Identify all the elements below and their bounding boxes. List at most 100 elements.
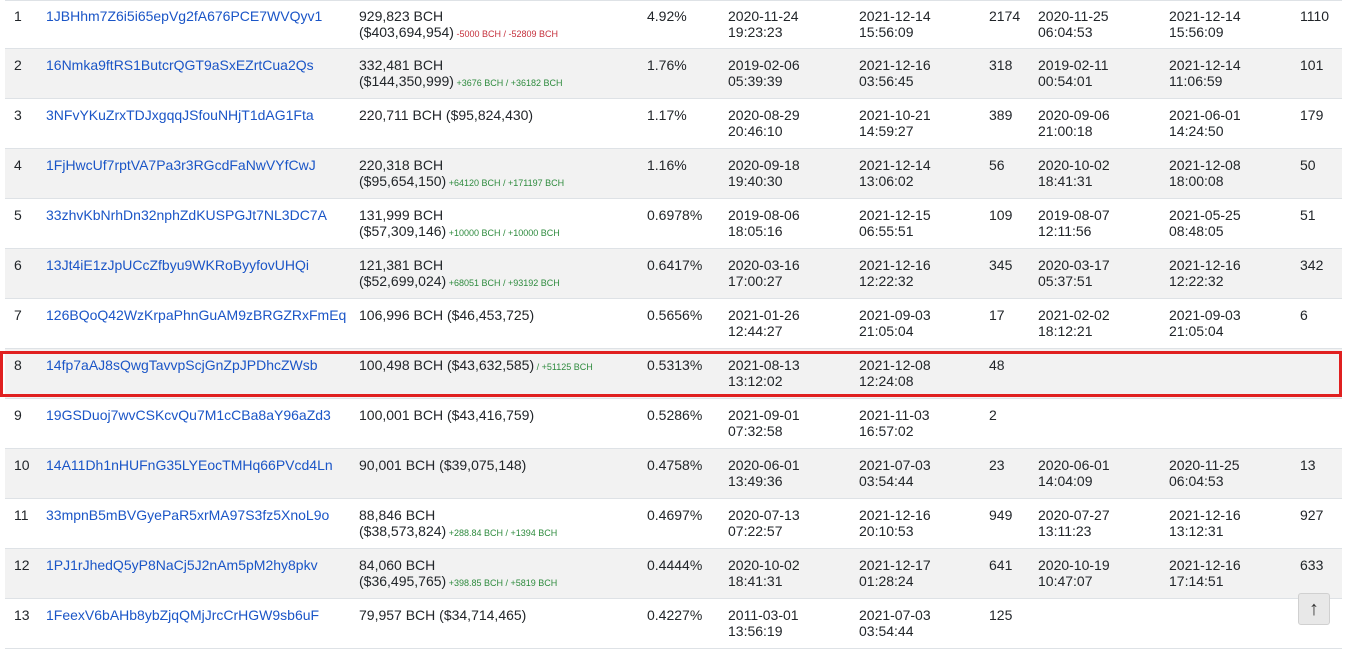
outs-count-cell-line: 179 — [1300, 107, 1324, 123]
last-in-cell-line: 2021-11-03 — [859, 407, 930, 423]
first-in-cell-line: 07:22:57 — [728, 523, 783, 539]
first-in-cell: 2020-08-29 20:46:10 — [728, 107, 800, 139]
balance-cell: 84,060 BCH ($36,495,765) +398.85 BCH / +5… — [359, 557, 557, 591]
address-link[interactable]: 33zhvKbNrhDn32nphZdKUSPGJt7NL3DC7A — [46, 207, 327, 223]
rank-cell: 4 — [14, 157, 22, 173]
last-out-cell-line: 2021-05-25 — [1169, 207, 1241, 223]
balance-bch: 121,381 BCH — [359, 257, 444, 273]
first-in-cell-line: 2011-03-01 — [728, 607, 799, 623]
table-row: 9 19GSDuoj7wvCSKcvQu7M1cCBa8aY96aZd3 100,0… — [5, 399, 1342, 449]
first-in-cell-line: 13:56:19 — [728, 623, 783, 639]
ins-count-cell-line: 23 — [989, 457, 1005, 473]
address-link[interactable]: 33mpnB5mBVGyePaR5xrMA97S3fz5XnoL9o — [46, 507, 329, 523]
last-out-cell-line: 2021-12-14 — [1169, 57, 1241, 73]
percent-cell: 0.4758% — [647, 457, 702, 473]
percent-cell-line: 0.5313% — [647, 357, 703, 373]
first-out-cell: 2019-02-11 00:54:01 — [1038, 57, 1109, 89]
balance-change: +68051 BCH / +93192 BCH — [446, 278, 560, 288]
address-link[interactable]: 19GSDuoj7wvCSKcvQu7M1cCBa8aY96aZd3 — [46, 407, 331, 423]
last-out-cell-line: 2021-12-16 — [1169, 257, 1241, 273]
outs-count-cell: 50 — [1300, 157, 1316, 173]
percent-cell-line: 1.76% — [647, 57, 687, 73]
last-in-cell-line: 12:22:32 — [859, 273, 914, 289]
first-out-cell: 2020-09-06 21:00:18 — [1038, 107, 1110, 139]
rank-cell: 2 — [14, 57, 22, 73]
rank-cell-line: 6 — [14, 257, 22, 273]
last-in-cell: 2021-10-21 14:59:27 — [859, 107, 931, 139]
ins-count-cell-line: 56 — [989, 157, 1005, 173]
balance-usd: ($95,654,150) — [359, 173, 447, 189]
rank-cell: 5 — [14, 207, 22, 223]
balance-cell: 332,481 BCH ($144,350,999) +3676 BCH / +3… — [359, 57, 563, 91]
address-link[interactable]: 1FeexV6bAHb8ybZjqQMjJrcCrHGW9sb6uF — [46, 607, 319, 623]
outs-count-cell: 13 — [1300, 457, 1316, 473]
first-in-cell-line: 13:12:02 — [728, 373, 783, 389]
balance-bch: 220,318 BCH — [359, 157, 444, 173]
percent-cell: 0.5656% — [647, 307, 702, 323]
outs-count-cell-line: 13 — [1300, 457, 1316, 473]
percent-cell: 1.17% — [647, 107, 687, 123]
scroll-to-top-icon[interactable]: ↑ — [1298, 593, 1330, 625]
last-out-cell: 2021-09-03 21:05:04 — [1169, 307, 1241, 339]
balance-change: +398.85 BCH / +5819 BCH — [446, 578, 558, 588]
first-in-cell-line: 2019-02-06 — [728, 57, 800, 73]
first-out-cell-line: 05:37:51 — [1038, 273, 1093, 289]
table-row: 4 1FjHwcUf7rptVA7Pa3r3RGcdFaNwVYfCwJ 220,3… — [5, 149, 1342, 199]
first-out-cell-line: 10:47:07 — [1038, 573, 1093, 589]
address-link[interactable]: 14fp7aAJ8sQwgTavvpScjGnZpJPDhcZWsb — [46, 357, 318, 373]
outs-count-cell-line: 633 — [1300, 557, 1324, 573]
balance-usd: ($57,309,146) — [359, 223, 447, 239]
last-in-cell-line: 14:59:27 — [859, 123, 914, 139]
address-link[interactable]: 126BQoQ42WzKrpaPhnGuAM9zBRGZRxFmEq — [46, 307, 346, 323]
first-out-cell-line: 2020-10-02 — [1038, 157, 1110, 173]
address-link-line: 126BQoQ42WzKrpaPhnGuAM9zBRGZRxFmEq — [46, 307, 347, 323]
ins-count-cell: 56 — [989, 157, 1005, 173]
percent-cell: 0.6978% — [647, 207, 702, 223]
first-in-cell-line: 2020-08-29 — [728, 107, 800, 123]
ins-count-cell-line: 318 — [989, 57, 1013, 73]
balance-cell: 100,498 BCH ($43,632,585) / +51125 BCH — [359, 357, 593, 375]
first-out-cell-line: 2020-11-25 — [1038, 8, 1109, 24]
address-link[interactable]: 1JBHhm7Z6i5i65epVg2fA676PCE7WVQyv1 — [46, 8, 322, 24]
last-in-cell-line: 13:06:02 — [859, 173, 914, 189]
address-link-line: 33mpnB5mBVGyePaR5xrMA97S3fz5XnoL9o — [46, 507, 330, 523]
ins-count-cell: 2 — [989, 407, 997, 423]
last-in-cell-line: 2021-09-03 — [859, 307, 931, 323]
percent-cell: 4.92% — [647, 8, 687, 24]
address-link[interactable]: 14A11Dh1nHUFnG35LYEocTMHq66PVcd4Ln — [46, 457, 333, 473]
last-out-cell-line: 14:24:50 — [1169, 123, 1224, 139]
outs-count-cell: 51 — [1300, 207, 1316, 223]
address-link[interactable]: 1PJ1rJhedQ5yP8NaCj5J2nAm5pM2hy8pkv — [46, 557, 318, 573]
first-in-cell: 2020-09-18 19:40:30 — [728, 157, 800, 189]
last-in-cell: 2021-12-16 12:22:32 — [859, 257, 931, 289]
last-out-cell-line: 2021-09-03 — [1169, 307, 1241, 323]
rich-list-table: 1 1JBHhm7Z6i5i65epVg2fA676PCE7WVQyv1 929,8… — [5, 0, 1342, 649]
table-row: 7 126BQoQ42WzKrpaPhnGuAM9zBRGZRxFmEq 106,9… — [5, 299, 1342, 349]
percent-cell-line: 1.16% — [647, 157, 687, 173]
rank-cell-line: 8 — [14, 357, 22, 373]
address-link[interactable]: 3NFvYKuZrxTDJxgqqJSfouNHjT1dAG1Fta — [46, 107, 314, 123]
balance-bch: 106,996 BCH ($46,453,725) — [359, 307, 535, 323]
last-out-cell-line: 08:48:05 — [1169, 223, 1224, 239]
last-out-cell: 2021-12-16 12:22:32 — [1169, 257, 1241, 289]
first-in-cell-line: 20:46:10 — [728, 123, 783, 139]
balance-cell: 79,957 BCH ($34,714,465) — [359, 607, 526, 623]
outs-count-cell-line: 1110 — [1300, 8, 1330, 24]
last-in-cell: 2021-12-16 03:56:45 — [859, 57, 931, 89]
ins-count-cell-line: 2 — [989, 407, 997, 423]
address-link[interactable]: 1FjHwcUf7rptVA7Pa3r3RGcdFaNwVYfCwJ — [46, 157, 316, 173]
last-in-cell-line: 2021-12-14 — [859, 157, 931, 173]
percent-cell: 1.16% — [647, 157, 687, 173]
address-link[interactable]: 13Jt4iE1zJpUCcZfbyu9WKRoByyfovUHQi — [46, 257, 309, 273]
address-link[interactable]: 16Nmka9ftRS1ButcrQGT9aSxEZrtCua2Qs — [46, 57, 314, 73]
first-in-cell: 2019-02-06 05:39:39 — [728, 57, 800, 89]
balance-cell: 929,823 BCH ($403,694,954) -5000 BCH / -5… — [359, 8, 558, 42]
first-in-cell-line: 2021-08-13 — [728, 357, 800, 373]
first-out-cell-line: 18:12:21 — [1038, 323, 1093, 339]
table-row: 10 14A11Dh1nHUFnG35LYEocTMHq66PVcd4Ln 90,0… — [5, 449, 1342, 499]
rank-cell: 3 — [14, 107, 22, 123]
rank-cell: 1 — [14, 8, 22, 24]
last-in-cell-line: 20:10:53 — [859, 523, 914, 539]
last-out-cell-line: 2021-12-08 — [1169, 157, 1241, 173]
last-in-cell-line: 2021-12-17 — [859, 557, 931, 573]
